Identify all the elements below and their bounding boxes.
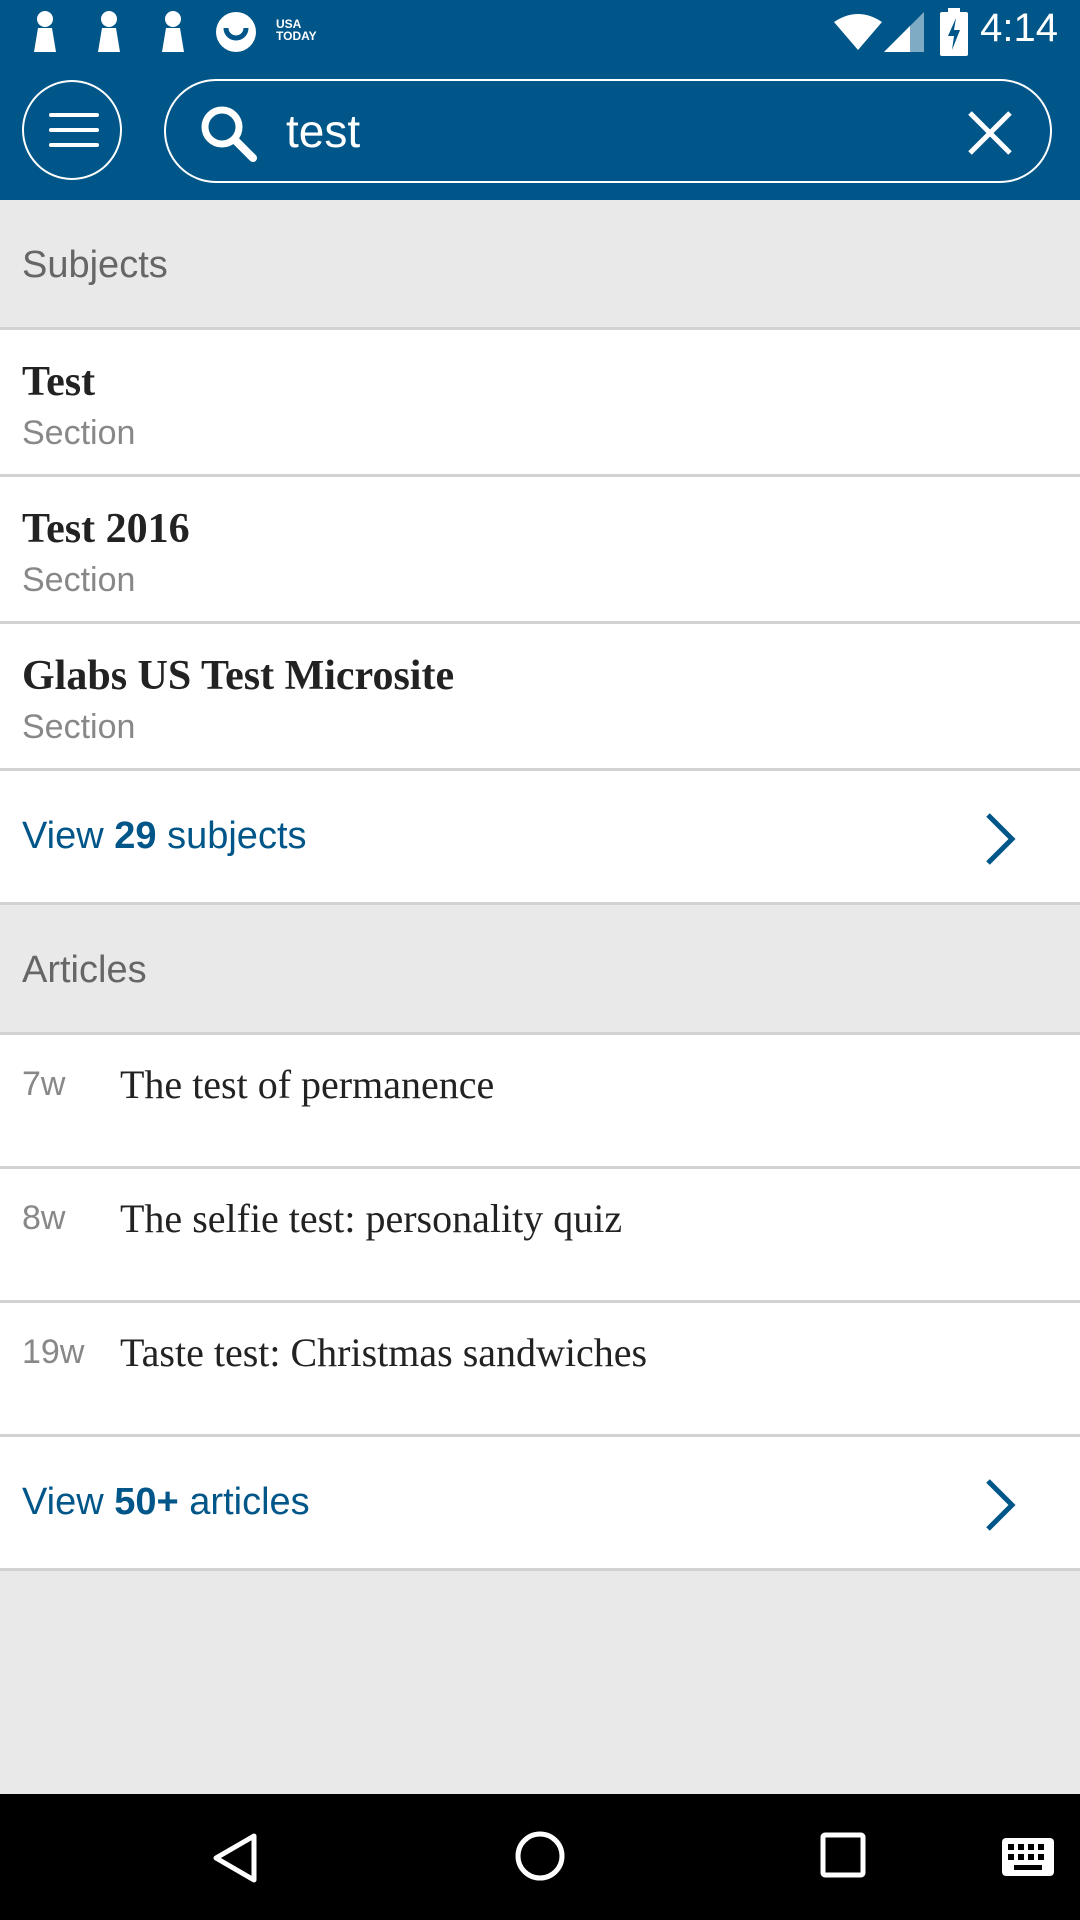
recents-icon[interactable] bbox=[820, 1832, 866, 1878]
search-icon bbox=[201, 106, 257, 162]
home-icon[interactable] bbox=[514, 1830, 566, 1882]
app-bar bbox=[0, 66, 1080, 200]
close-icon[interactable] bbox=[968, 111, 1012, 155]
article-age: 7w bbox=[22, 1065, 66, 1103]
system-nav-bar bbox=[0, 1794, 1080, 1920]
article-age: 8w bbox=[22, 1199, 66, 1237]
signal-icon bbox=[884, 12, 924, 52]
articles-header: Articles bbox=[0, 905, 1080, 1035]
subject-type: Section bbox=[22, 561, 136, 599]
article-row[interactable]: 19w Taste test: Christmas sandwiches bbox=[0, 1303, 1080, 1437]
notification-icon bbox=[34, 11, 56, 52]
view-count: 29 bbox=[114, 815, 157, 857]
article-row[interactable]: 7w The test of permanence bbox=[0, 1035, 1080, 1169]
view-all-subjects-button[interactable]: View 29 subjects bbox=[0, 771, 1080, 905]
notification-icon bbox=[98, 11, 120, 52]
subject-row[interactable]: Test 2016 Section bbox=[0, 477, 1080, 624]
article-title: The test of permanence bbox=[120, 1062, 495, 1107]
article-age: 19w bbox=[22, 1333, 85, 1371]
article-row[interactable]: 8w The selfie test: personality quiz bbox=[0, 1169, 1080, 1303]
usa-today-label: USA TODAY bbox=[276, 17, 317, 43]
subject-row[interactable]: Test Section bbox=[0, 330, 1080, 477]
view-all-articles-label: View 50+ articles bbox=[22, 1481, 310, 1524]
chevron-right-icon bbox=[986, 813, 1016, 865]
view-all-articles-button[interactable]: View 50+ articles bbox=[0, 1437, 1080, 1571]
wifi-icon bbox=[834, 14, 882, 50]
subject-title: Test bbox=[22, 359, 96, 405]
subject-row[interactable]: Glabs US Test Microsite Section bbox=[0, 624, 1080, 771]
article-title: Taste test: Christmas sandwiches bbox=[120, 1330, 648, 1375]
view-prefix: View bbox=[22, 815, 104, 857]
chevron-right-icon bbox=[986, 1479, 1016, 1531]
view-prefix: View bbox=[22, 1481, 104, 1523]
keyboard-icon[interactable] bbox=[1002, 1838, 1054, 1876]
subject-title: Glabs US Test Microsite bbox=[22, 653, 455, 699]
view-all-subjects-label: View 29 subjects bbox=[22, 815, 307, 858]
article-title: The selfie test: personality quiz bbox=[120, 1196, 623, 1241]
search-box[interactable] bbox=[164, 79, 1052, 183]
subject-title: Test 2016 bbox=[22, 506, 190, 552]
notification-icon bbox=[162, 11, 184, 52]
status-time: 4:14 bbox=[980, 6, 1058, 50]
battery-charging-icon bbox=[940, 8, 968, 56]
menu-button[interactable] bbox=[22, 80, 122, 180]
view-count: 50+ bbox=[114, 1481, 179, 1523]
back-icon[interactable] bbox=[212, 1832, 258, 1884]
usa-today-icon bbox=[216, 12, 256, 52]
view-suffix: subjects bbox=[167, 815, 307, 857]
subject-type: Section bbox=[22, 708, 136, 746]
subject-type: Section bbox=[22, 414, 136, 452]
search-input[interactable] bbox=[286, 91, 906, 171]
articles-header-label: Articles bbox=[22, 949, 147, 991]
subjects-header-label: Subjects bbox=[22, 244, 168, 286]
search-results: Subjects Test Section Test 2016 Section … bbox=[0, 200, 1080, 1571]
view-suffix: articles bbox=[189, 1481, 310, 1523]
subjects-header: Subjects bbox=[0, 200, 1080, 330]
status-bar: USA TODAY 4:14 bbox=[0, 0, 1080, 66]
